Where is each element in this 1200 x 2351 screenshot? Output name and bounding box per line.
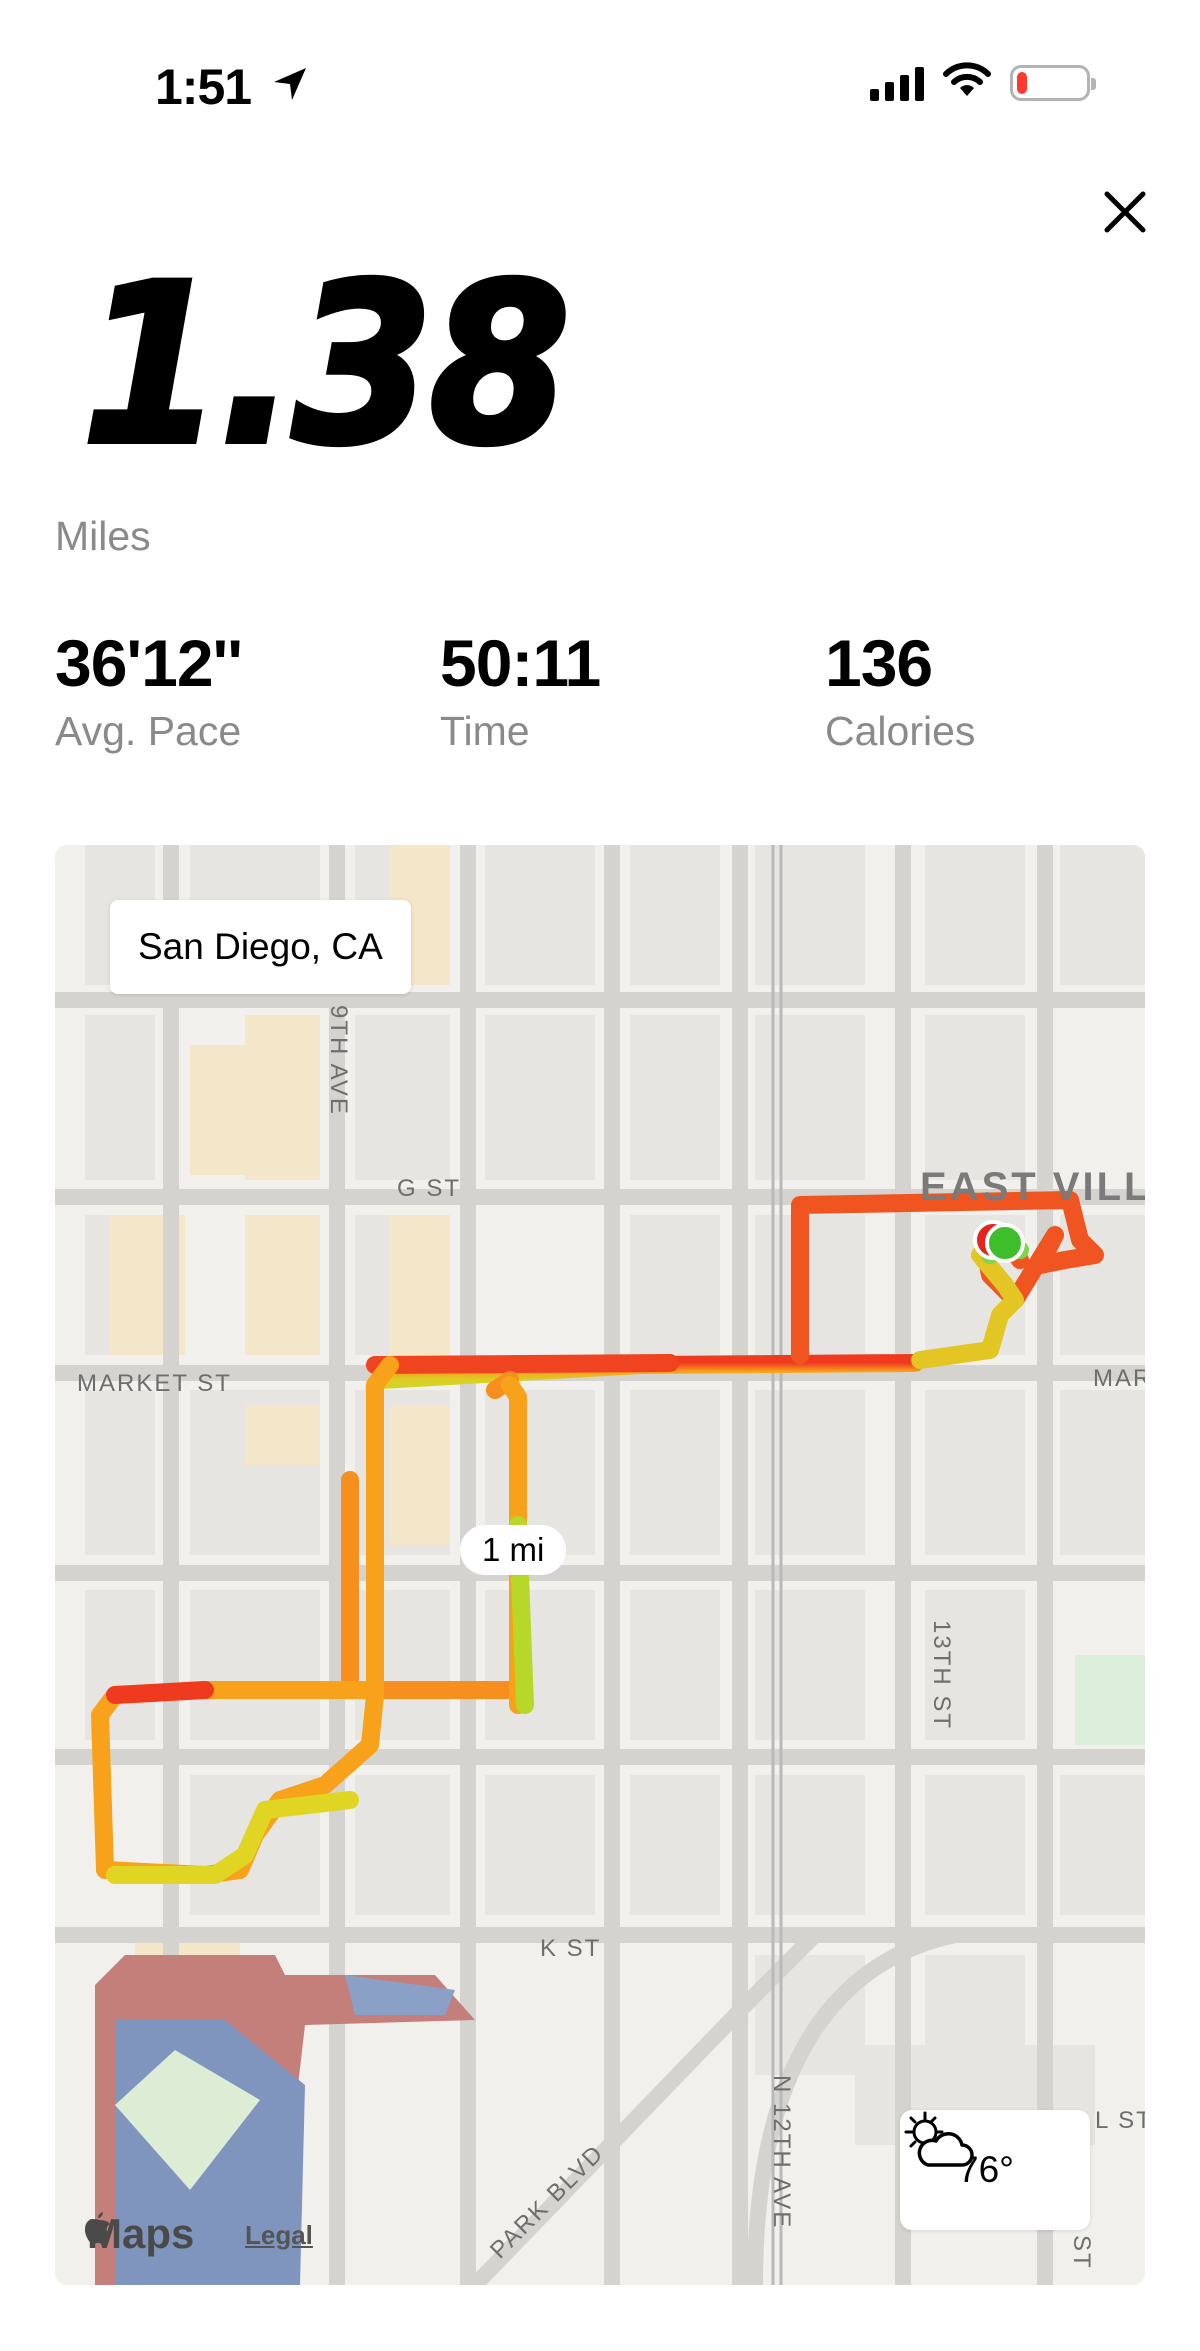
close-button[interactable]	[1095, 182, 1155, 242]
street-label: MARKET ST	[77, 1370, 232, 1397]
stat-value: 36'12''	[55, 626, 243, 700]
wifi-icon	[942, 62, 992, 103]
district-label: EAST VILLAG	[920, 1165, 1145, 1209]
status-indicators	[870, 62, 1096, 103]
street-label: ST	[1068, 2235, 1095, 2270]
legal-link[interactable]: Legal	[245, 2220, 313, 2251]
distance-value: 1.38	[79, 237, 573, 493]
cellular-signal-icon	[870, 65, 924, 101]
stat-time: 50:11 Time	[440, 626, 601, 755]
street-label: MAR	[1093, 1365, 1145, 1392]
close-icon	[1104, 191, 1146, 233]
street-label: 9TH AVE	[325, 1005, 352, 1116]
distance-unit: Miles	[55, 513, 151, 559]
park	[1075, 1655, 1145, 1745]
stat-value: 50:11	[440, 626, 601, 700]
maps-attribution: Maps	[83, 2210, 194, 2258]
location-arrow-icon	[270, 58, 310, 116]
route-map[interactable]: 9TH AVE G ST MARKET ST MAR 13TH ST K ST …	[55, 845, 1145, 2285]
start-marker	[985, 1223, 1025, 1263]
street-label: K ST	[540, 1935, 602, 1962]
stat-avg-pace: 36'12'' Avg. Pace	[55, 626, 243, 755]
weather-card: 76°	[900, 2110, 1090, 2230]
mile-marker: 1 mi	[460, 1525, 567, 1575]
stat-label: Avg. Pace	[55, 708, 242, 754]
status-time-text: 1:51	[155, 59, 252, 115]
location-card: San Diego, CA	[110, 900, 411, 994]
status-time: 1:51	[155, 58, 310, 116]
battery-level	[1017, 71, 1027, 94]
map-canvas	[55, 845, 1145, 2285]
street-label: L ST	[1095, 2107, 1145, 2134]
stat-label: Time	[440, 708, 530, 754]
street-label: N 12TH AVE	[768, 2075, 795, 2230]
stat-calories: 136 Calories	[825, 630, 975, 755]
street-label: 13TH ST	[928, 1620, 955, 1731]
stat-value: 136	[825, 626, 933, 700]
street-label: G ST	[397, 1175, 462, 1202]
battery-icon	[1010, 64, 1096, 101]
stat-label: Calories	[825, 708, 976, 754]
